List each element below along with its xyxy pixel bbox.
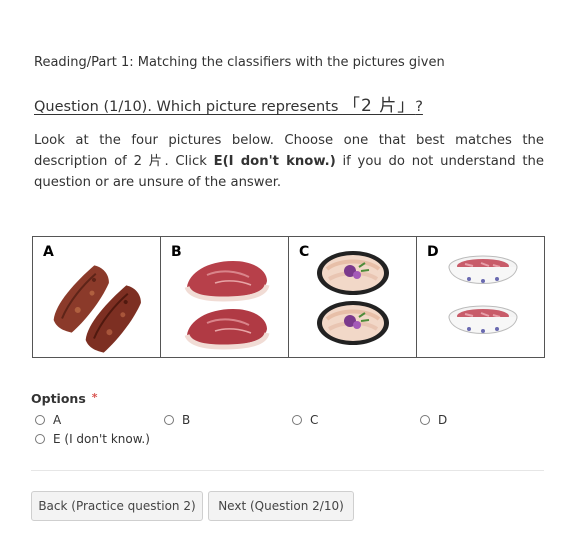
option-d-label: D bbox=[438, 413, 448, 427]
picture-table: A B C D bbox=[32, 236, 545, 358]
required-marker: * bbox=[91, 391, 98, 404]
question-classifier: 「2 片」 bbox=[342, 96, 416, 116]
options-label: Options * bbox=[31, 391, 98, 406]
question-suffix: ? bbox=[415, 99, 423, 115]
picture-letter-b: B bbox=[171, 244, 182, 260]
question-prefix: Question (1/10). Which picture represent… bbox=[34, 99, 343, 115]
options-label-text: Options bbox=[31, 391, 86, 406]
option-a[interactable]: A bbox=[35, 413, 61, 427]
option-b[interactable]: B bbox=[164, 413, 190, 427]
option-a-label: A bbox=[53, 413, 62, 427]
option-e-label: E (I don't know.) bbox=[53, 432, 150, 446]
option-e[interactable]: E (I don't know.) bbox=[35, 432, 150, 446]
picture-letter-c: C bbox=[299, 244, 310, 260]
radio-d[interactable] bbox=[420, 415, 430, 425]
back-button[interactable]: Back (Practice question 2) bbox=[31, 491, 203, 521]
instructions-bold: E(I don't know.) bbox=[213, 154, 336, 169]
instructions: Look at the four pictures below. Choose … bbox=[34, 130, 544, 193]
radio-c[interactable] bbox=[292, 415, 302, 425]
option-b-label: B bbox=[182, 413, 191, 427]
divider bbox=[31, 470, 544, 471]
radio-b[interactable] bbox=[164, 415, 174, 425]
option-d[interactable]: D bbox=[420, 413, 447, 427]
picture-letter-a: A bbox=[43, 244, 54, 260]
next-button[interactable]: Next (Question 2/10) bbox=[208, 491, 354, 521]
option-c[interactable]: C bbox=[292, 413, 318, 427]
picture-cell-a: A bbox=[33, 237, 161, 357]
question-text: Question (1/10). Which picture represent… bbox=[34, 91, 423, 116]
option-c-label: C bbox=[310, 413, 319, 427]
section-title: Reading/Part 1: Matching the classifiers… bbox=[34, 55, 445, 70]
picture-cell-d: D bbox=[417, 237, 544, 357]
picture-letter-d: D bbox=[427, 244, 439, 260]
radio-a[interactable] bbox=[35, 415, 45, 425]
picture-cell-b: B bbox=[161, 237, 289, 357]
radio-e[interactable] bbox=[35, 434, 45, 444]
picture-cell-c: C bbox=[289, 237, 417, 357]
